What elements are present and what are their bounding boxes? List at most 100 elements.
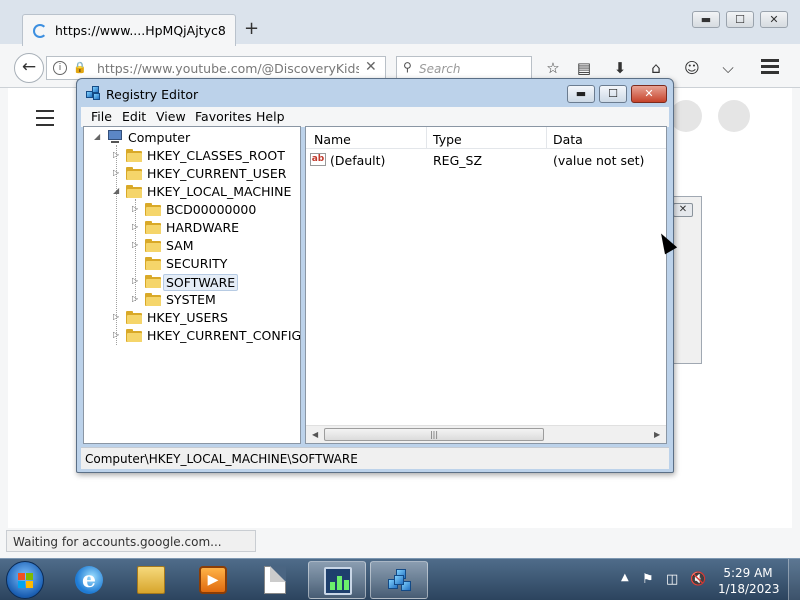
menu-help[interactable]: Help [256,109,285,124]
internet-explorer-icon: e [75,566,103,594]
registry-values-list[interactable]: Name Type Data ab (Default) REG_SZ (valu… [305,126,667,444]
start-button[interactable] [6,561,44,599]
reading-list-icon[interactable]: ▤ [574,58,594,78]
regedit-close-button[interactable]: ✕ [631,85,667,103]
tree-node-security[interactable]: SECURITY [84,255,294,273]
menu-bar: File Edit View Favorites Help [81,107,669,127]
task-manager-icon [324,567,352,595]
column-header-data[interactable]: Data [553,132,583,147]
scroll-thumb[interactable]: ||| [324,428,544,441]
taskbar-task-manager[interactable] [308,561,366,599]
tree-label: HKEY_CLASSES_ROOT [147,148,285,163]
registry-editor-titlebar[interactable]: Registry Editor ▬ ☐ ✕ [77,79,673,107]
firefox-minimize-button[interactable]: ▬ [692,11,720,28]
tree-node-sam[interactable]: ▷ SAM [84,237,294,255]
url-text[interactable]: https://www.youtube.com/@DiscoveryKidsl [97,61,359,76]
expand-arrow-icon[interactable]: ▷ [113,151,121,159]
taskbar-internet-explorer[interactable]: e [60,561,118,599]
tree-label: HARDWARE [166,220,240,235]
action-center-flag-icon[interactable]: ⚑ [642,572,654,587]
collapse-arrow-icon[interactable]: ◢ [113,187,121,195]
dialog-close-button[interactable]: ✕ [673,203,693,217]
tree-node-hkey-local-machine[interactable]: ◢ HKEY_LOCAL_MACHINE [84,183,294,201]
value-row-default[interactable]: ab (Default) REG_SZ (value not set) [306,151,666,169]
tree-node-system[interactable]: ▷ SYSTEM [84,291,294,309]
clock-time[interactable]: 5:29 AM [718,566,778,580]
search-input[interactable]: Search [419,62,461,76]
tree-node-hkey-users[interactable]: ▷ HKEY_USERS [84,309,294,327]
media-player-icon: ▶ [199,566,227,594]
tree-node-software[interactable]: ▷ SOFTWARE [84,273,294,291]
bookmark-star-icon[interactable]: ☆ [543,58,563,78]
youtube-action-circle[interactable] [670,100,702,132]
tree-node-hardware[interactable]: ▷ HARDWARE [84,219,294,237]
horizontal-scrollbar[interactable]: ◀ ||| ▶ [306,425,666,443]
taskbar-media-player[interactable]: ▶ [184,561,242,599]
tree-label: Computer [128,130,191,145]
search-box[interactable]: ⚲ Search [396,56,532,80]
expand-arrow-icon[interactable]: ▷ [132,295,140,303]
folder-icon [145,221,161,234]
menu-favorites[interactable]: Favorites [195,109,251,124]
menu-view[interactable]: View [156,109,186,124]
expand-arrow-icon[interactable]: ▷ [132,223,140,231]
loading-spinner-icon [33,24,47,38]
column-header-name[interactable]: Name [314,132,351,147]
info-icon[interactable]: i [53,61,67,75]
back-button[interactable]: ← [14,53,44,83]
youtube-avatar-circle[interactable] [718,100,750,132]
clear-url-icon[interactable]: ✕ [365,59,377,75]
expand-arrow-icon[interactable]: ▷ [132,205,140,213]
tree-label: SAM [166,238,194,253]
regedit-maximize-button[interactable]: ☐ [599,85,627,103]
expand-arrow-icon[interactable]: ▷ [113,169,121,177]
tree-label: HKEY_CURRENT_CONFIG [147,328,301,343]
tree-label: SYSTEM [166,292,216,307]
firefox-maximize-button[interactable]: ☐ [726,11,754,28]
youtube-menu-icon[interactable] [36,110,54,131]
tree-node-hkey-current-user[interactable]: ▷ HKEY_CURRENT_USER [84,165,294,183]
firefox-close-button[interactable]: ✕ [760,11,788,28]
taskbar-blank-file[interactable] [246,561,304,599]
registry-tree[interactable]: ◢ Computer ▷ HKEY_CLASSES_ROOT ▷ HKEY_CU… [83,126,301,444]
regedit-minimize-button[interactable]: ▬ [567,85,595,103]
show-hidden-icons-icon[interactable]: ▲ [621,572,629,583]
network-icon[interactable]: ◫ [666,572,678,587]
menu-edit[interactable]: Edit [122,109,146,124]
collapse-arrow-icon[interactable]: ◢ [94,133,102,141]
tree-label: HKEY_LOCAL_MACHINE [147,184,292,199]
pocket-icon[interactable]: ⌵ [718,58,738,78]
folder-icon [126,149,142,162]
column-header-type[interactable]: Type [433,132,462,147]
tree-node-hkey-current-config[interactable]: ▷ HKEY_CURRENT_CONFIG [84,327,301,345]
tree-node-bcd00000000[interactable]: ▷ BCD00000000 [84,201,294,219]
scroll-right-arrow-icon[interactable]: ▶ [654,430,660,439]
taskbar-file-explorer[interactable] [122,561,180,599]
browser-tab[interactable]: https://www....HpMQjAjtyc8 [22,14,236,46]
tab-strip: https://www....HpMQjAjtyc8 + ▬ ☐ ✕ [0,0,800,46]
folder-icon [126,185,142,198]
registry-editor-icon [386,567,416,597]
volume-muted-icon[interactable]: 🔇 [690,572,706,587]
taskbar-registry-editor[interactable] [370,561,428,599]
address-bar[interactable]: i 🔒 https://www.youtube.com/@DiscoveryKi… [46,56,386,80]
expand-arrow-icon[interactable]: ▷ [132,241,140,249]
tree-node-hkey-classes-root[interactable]: ▷ HKEY_CLASSES_ROOT [84,147,294,165]
list-header: Name Type Data [306,127,666,149]
menu-file[interactable]: File [91,109,112,124]
lock-icon[interactable]: 🔒 [73,62,87,74]
download-icon[interactable]: ⬇ [610,58,630,78]
tree-label: HKEY_USERS [147,310,228,325]
smiley-icon[interactable]: ☺ [682,58,702,78]
home-icon[interactable]: ⌂ [646,58,666,78]
new-tab-button[interactable]: + [244,20,259,38]
tab-title: https://www....HpMQjAjtyc8 [55,23,226,38]
show-desktop-button[interactable] [788,559,800,600]
clock-date[interactable]: 1/18/2023 [718,582,780,596]
expand-arrow-icon[interactable]: ▷ [132,277,140,285]
hamburger-menu-icon[interactable] [761,59,779,77]
scroll-left-arrow-icon[interactable]: ◀ [312,430,318,439]
expand-arrow-icon[interactable]: ▷ [113,313,121,321]
tree-node-computer[interactable]: ◢ Computer [84,129,294,147]
expand-arrow-icon[interactable]: ▷ [113,331,121,339]
